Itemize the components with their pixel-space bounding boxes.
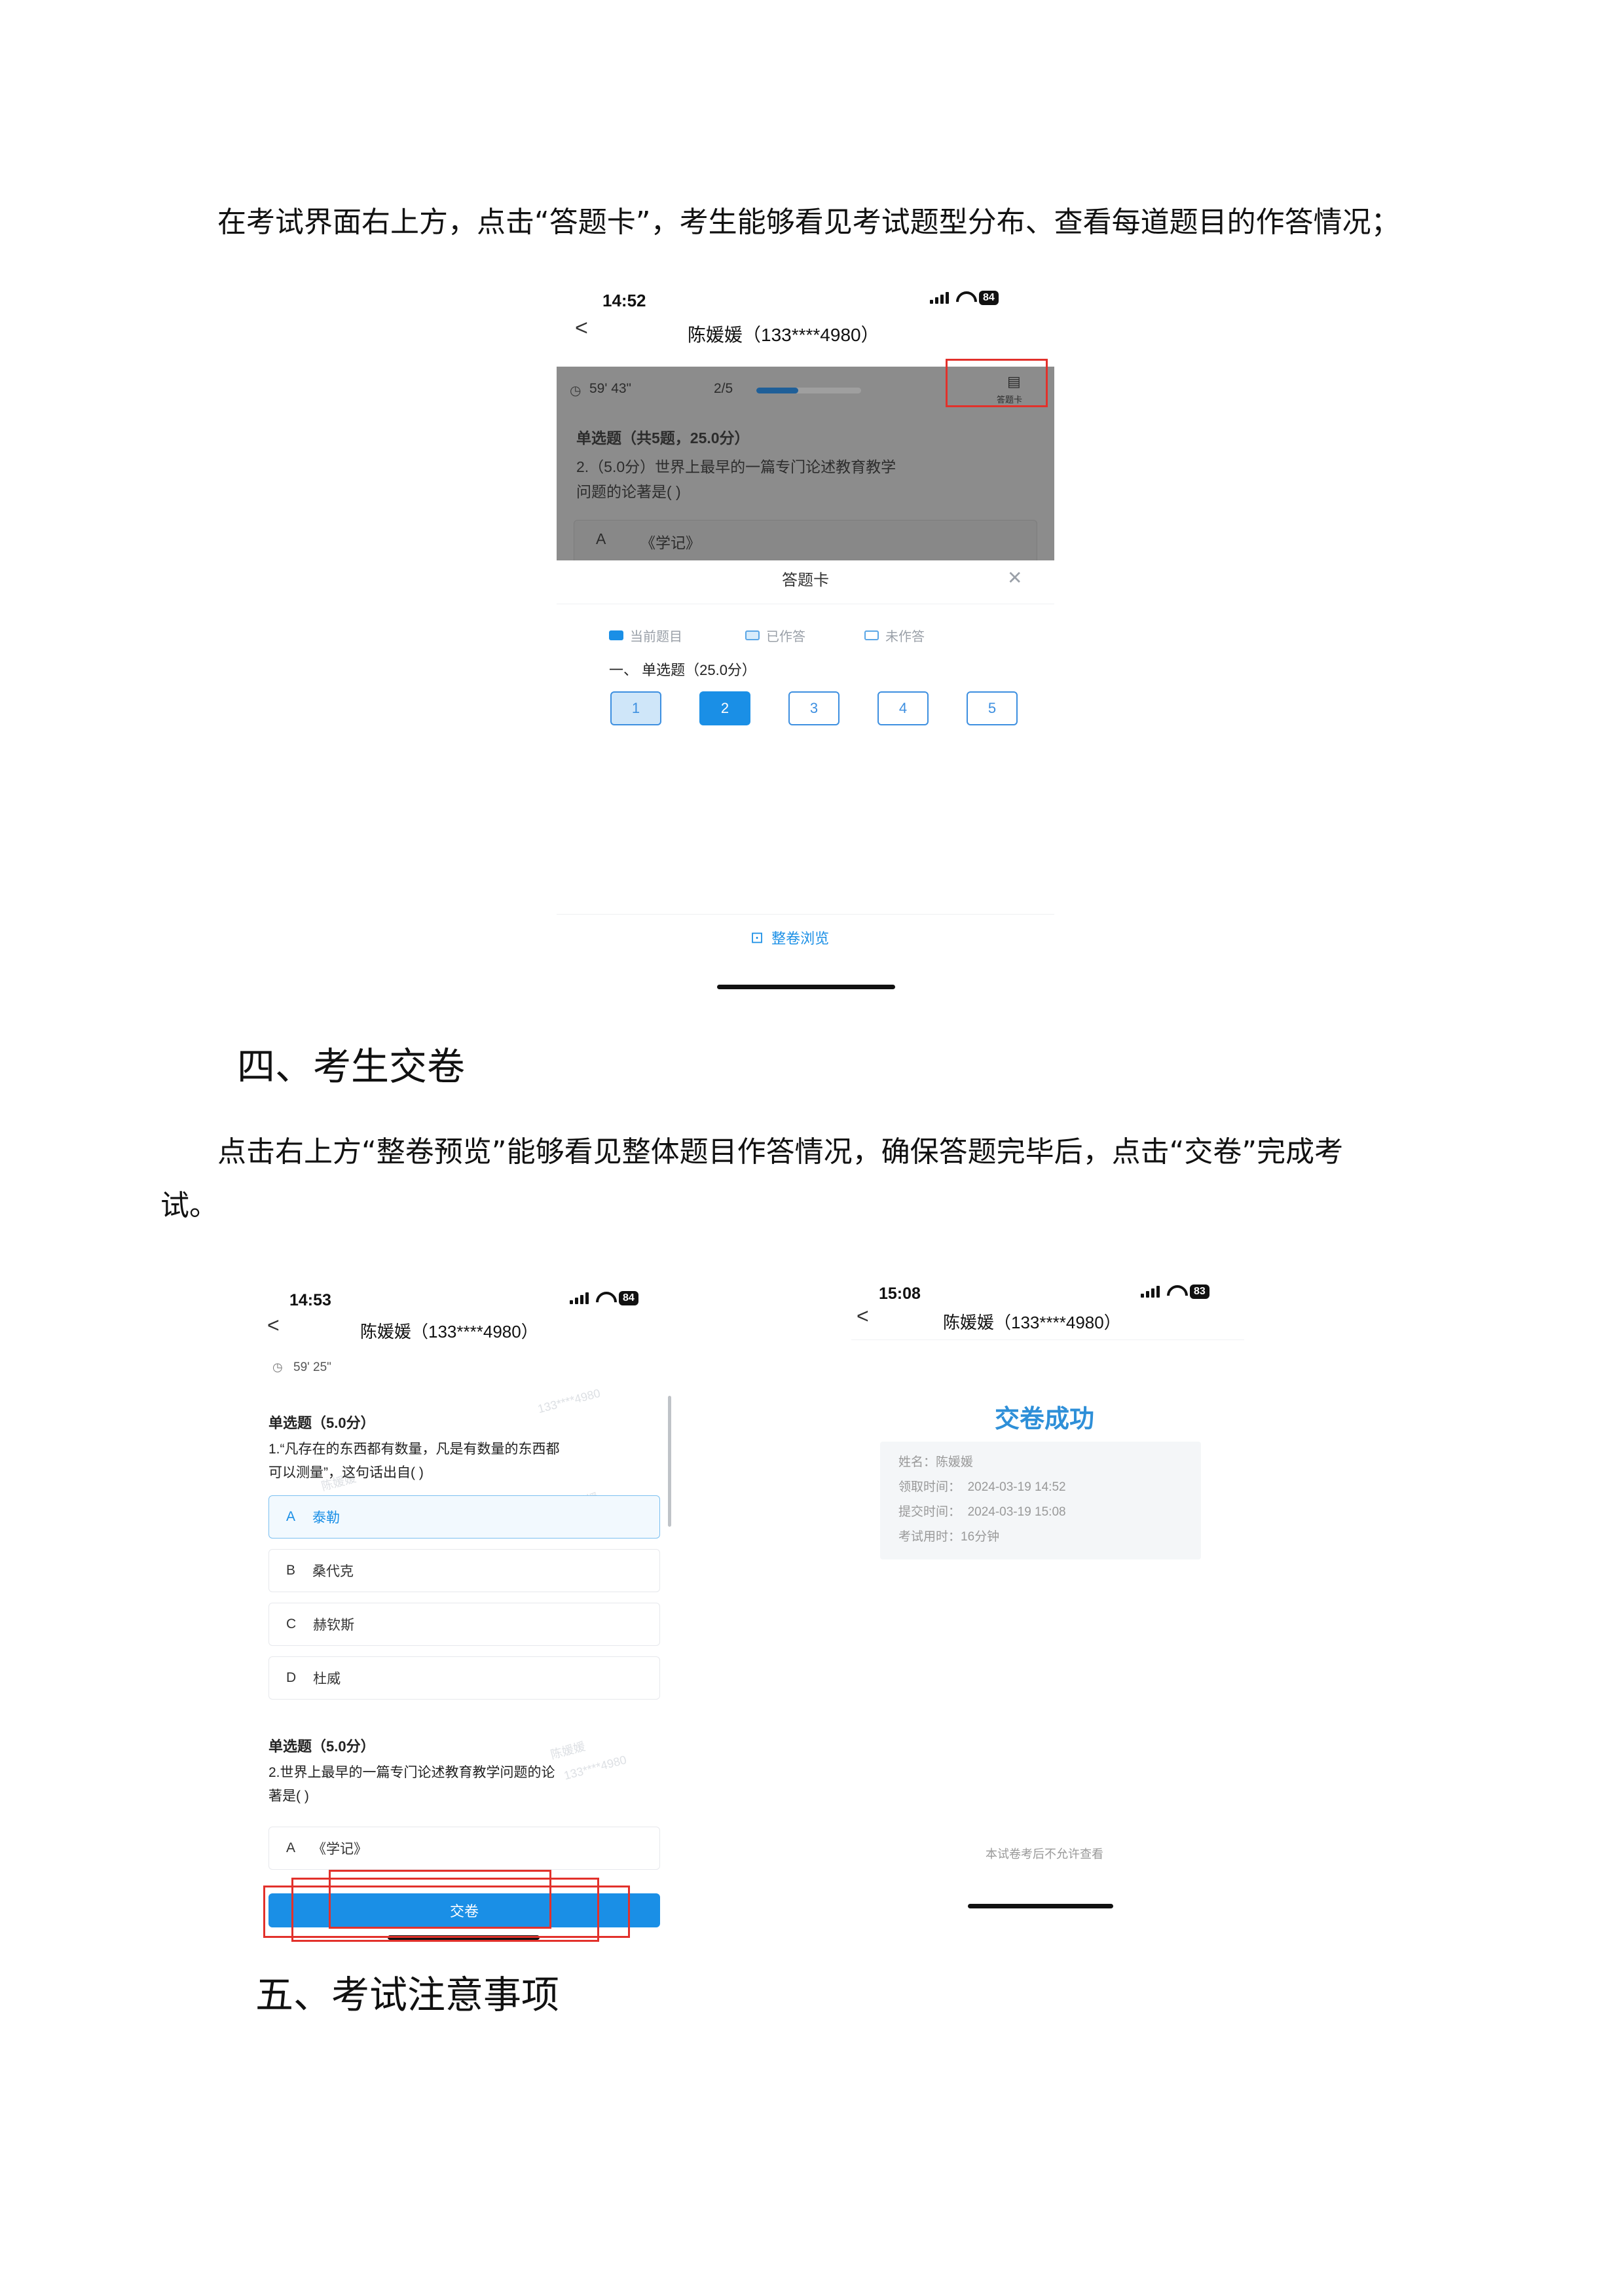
question-number-5[interactable]: 5 xyxy=(967,691,1018,725)
status-icons: 83 xyxy=(1141,1285,1209,1299)
watermark: 133****4980 xyxy=(536,1386,602,1416)
info-row: 考试用时：16分钟 xyxy=(898,1530,1000,1544)
info-row: 提交时间： 2024-03-19 15:08 xyxy=(898,1505,1066,1519)
legend-swatch xyxy=(864,630,879,640)
signal-icon xyxy=(570,1292,589,1304)
status-time: 14:53 xyxy=(289,1291,331,1309)
home-indicator xyxy=(968,1904,1113,1908)
option-letter: A xyxy=(596,530,606,547)
signal-icon xyxy=(930,292,949,304)
question-number-2[interactable]: 2 xyxy=(699,691,750,725)
battery-icon: 84 xyxy=(979,291,999,305)
battery-icon: 83 xyxy=(1190,1285,1209,1299)
paragraph-submit-line1: 点击右上方“整卷预览”能够看见整体题目作答情况，确保答题完毕后，点击“交卷”完成… xyxy=(217,1135,1344,1169)
question2-option-a[interactable]: A 《学记》 xyxy=(268,1827,660,1870)
paragraph-answer-card: 在考试界面右上方，点击“答题卡”，考生能够看见考试题型分布、查看每道题目的作答情… xyxy=(217,206,1400,239)
wifi-icon xyxy=(955,291,972,304)
paragraph-submit-line2: 试。 xyxy=(160,1189,218,1222)
progress-fill xyxy=(756,388,798,393)
question-header: 单选题（5.0分） xyxy=(268,1415,375,1431)
preview-icon: ⊡ xyxy=(750,928,764,947)
nav-title: 陈媛媛（133****4980） xyxy=(360,1322,538,1341)
back-button[interactable]: < xyxy=(267,1313,280,1338)
timer: 59' 43" xyxy=(589,381,632,396)
legend-swatch xyxy=(609,630,623,640)
answer-card-sheet: 答题卡 ✕ 当前题目 已作答 未作答 一、 单选题（25.0分） 1 2 3 4… xyxy=(557,560,1054,969)
success-title: 交卷成功 xyxy=(994,1406,1094,1433)
screenshot-submit-success: 15:08 83 < 陈媛媛（133****4980） 交卷成功 姓名：陈媛媛 … xyxy=(851,1277,1244,1918)
question-line: 问题的论著是( ) xyxy=(576,483,681,500)
option-a-selected[interactable]: A 泰勒 xyxy=(268,1495,660,1539)
back-button[interactable]: < xyxy=(857,1304,869,1328)
legend-answered: 已作答 xyxy=(745,626,805,645)
highlight-answer-card xyxy=(946,359,1048,407)
question-line: 著是( ) xyxy=(268,1789,309,1804)
clock-icon: ◷ xyxy=(272,1360,283,1374)
status-icons: 84 xyxy=(930,291,999,305)
battery-icon: 84 xyxy=(619,1291,638,1305)
watermark: 陈媛媛 xyxy=(549,1740,587,1762)
clock-icon: ◷ xyxy=(570,384,581,398)
option-text: 《学记》 xyxy=(640,534,701,551)
close-icon[interactable]: ✕ xyxy=(1007,567,1022,589)
legend-current: 当前题目 xyxy=(609,626,682,645)
question-number-3[interactable]: 3 xyxy=(788,691,840,725)
option-c[interactable]: C 赫钦斯 xyxy=(268,1603,660,1646)
back-button[interactable]: < xyxy=(575,316,588,341)
progress-text: 2/5 xyxy=(714,381,733,396)
sheet-title: 答题卡 xyxy=(782,572,829,589)
status-time: 14:52 xyxy=(602,291,646,310)
legend-swatch xyxy=(745,630,760,640)
question-number-1[interactable]: 1 xyxy=(610,691,661,725)
question-line: 2.世界上最早的一篇专门论述教育教学问题的论 xyxy=(268,1765,555,1780)
timer: 59' 25" xyxy=(293,1360,331,1374)
question-header: 单选题（5.0分） xyxy=(268,1738,375,1755)
status-icons: 84 xyxy=(570,1291,638,1305)
question-line: 1.“凡存在的东西都有数量，凡是有数量的东西都 xyxy=(268,1442,560,1457)
signal-icon xyxy=(1141,1286,1160,1298)
review-note: 本试卷考后不允许查看 xyxy=(986,1848,1103,1861)
nav-title: 陈媛媛（133****4980） xyxy=(943,1313,1121,1332)
heading-notes: 五、考试注意事项 xyxy=(255,1973,560,2017)
question-number-4[interactable]: 4 xyxy=(877,691,929,725)
info-row: 姓名：陈媛媛 xyxy=(898,1455,974,1469)
question-line: 2.（5.0分）世界上最早的一篇专门论述教育教学 xyxy=(576,458,896,475)
info-row: 领取时间： 2024-03-19 14:52 xyxy=(898,1480,1066,1494)
heading-submit: 四、考生交卷 xyxy=(237,1044,466,1089)
screenshot-exam-preview: 14:53 84 < 陈媛媛（133****4980） ◷ 59' 25" 13… xyxy=(262,1277,688,1958)
screenshot-answer-card: 14:52 84 < 陈媛媛（133****4980） ◷ 59' 43" 2/… xyxy=(557,275,1054,995)
question-line: 可以测量”，这句话出自( ) xyxy=(268,1465,424,1480)
legend-unanswered: 未作答 xyxy=(864,626,925,645)
wifi-icon xyxy=(1166,1285,1183,1298)
option-b[interactable]: B 桑代克 xyxy=(268,1549,660,1592)
wifi-icon xyxy=(595,1292,612,1305)
status-time: 15:08 xyxy=(879,1285,921,1303)
option-d[interactable]: D 杜威 xyxy=(268,1656,660,1700)
divider xyxy=(557,914,1054,915)
progress-track xyxy=(756,388,861,393)
preview-button[interactable]: ⊡ 整卷浏览 xyxy=(750,927,829,948)
section-header: 单选题（共5题，25.0分） xyxy=(576,429,750,446)
home-indicator xyxy=(717,985,895,989)
divider xyxy=(851,1339,1244,1340)
nav-title: 陈媛媛（133****4980） xyxy=(688,325,879,345)
highlight-submit xyxy=(329,1870,551,1929)
group-title: 一、 单选题（25.0分） xyxy=(609,662,756,678)
